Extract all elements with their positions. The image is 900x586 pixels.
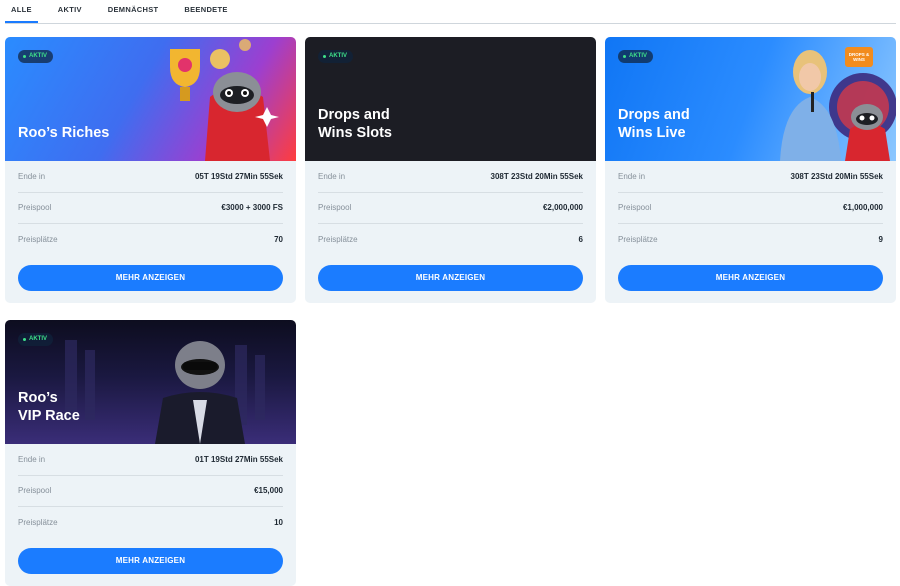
card-title: Drops and Wins Live: [618, 107, 690, 141]
row-prize-pool: Preispool €2,000,000: [318, 193, 583, 224]
tab-active[interactable]: AKTIV: [52, 0, 88, 23]
row-ends-in: Ende in 01T 19Std 27Min 55Sek: [18, 444, 283, 476]
tab-upcoming[interactable]: DEMNÄCHST: [102, 0, 165, 23]
status-badge: AKTIV: [318, 50, 353, 63]
card-title: Drops and Wins Slots: [318, 107, 392, 141]
tab-finished[interactable]: BEENDETE: [178, 0, 233, 23]
show-more-button[interactable]: MEHR ANZEIGEN: [618, 264, 883, 291]
row-prize-pool: Preispool €3000 + 3000 FS: [18, 193, 283, 224]
row-prize-places: Preisplätze 9: [618, 235, 883, 245]
status-badge: AKTIV: [18, 50, 53, 63]
show-more-button[interactable]: MEHR ANZEIGEN: [18, 547, 283, 574]
row-prize-places: Preisplätze 6: [318, 235, 583, 245]
status-badge: AKTIV: [618, 50, 653, 63]
status-dot-icon: [623, 55, 626, 58]
card-banner[interactable]: DROPS & WINS AKTIV Drops and Wins Live: [605, 37, 896, 161]
row-prize-places: Preisplätze 70: [18, 235, 283, 245]
tournament-card-roos-riches: AKTIV Roo’s Riches Ende in 05T 19Std 27Mi…: [5, 37, 296, 303]
row-prize-places: Preisplätze 10: [18, 518, 283, 528]
card-title: Roo’s VIP Race: [18, 390, 80, 424]
show-more-button[interactable]: MEHR ANZEIGEN: [318, 264, 583, 291]
card-banner[interactable]: AKTIV Roo’s VIP Race: [5, 320, 296, 444]
drops-wins-logo: DROPS & WINS: [848, 52, 870, 62]
card-banner[interactable]: AKTIV Drops and Wins Slots: [305, 37, 596, 161]
tournament-card-roos-vip-race: AKTIV Roo’s VIP Race Ende in 01T 19Std 27…: [5, 320, 296, 586]
card-title: Roo’s Riches: [18, 125, 110, 141]
status-dot-icon: [323, 55, 326, 58]
row-ends-in: Ende in 308T 23Std 20Min 55Sek: [318, 161, 583, 193]
status-dot-icon: [23, 338, 26, 341]
tab-all[interactable]: ALLE: [5, 0, 38, 23]
row-prize-pool: Preispool €1,000,000: [618, 193, 883, 224]
status-dot-icon: [23, 55, 26, 58]
row-ends-in: Ende in 05T 19Std 27Min 55Sek: [18, 161, 283, 193]
card-banner[interactable]: AKTIV Roo’s Riches: [5, 37, 296, 161]
tournament-filter-tabs: ALLE AKTIV DEMNÄCHST BEENDETE: [5, 0, 896, 24]
status-badge: AKTIV: [18, 333, 53, 346]
tournament-card-drops-wins-slots: AKTIV Drops and Wins Slots Ende in 308T 2…: [305, 37, 596, 303]
tournament-card-drops-wins-live: DROPS & WINS AKTIV Drops and Wins Live E…: [605, 37, 896, 303]
show-more-button[interactable]: MEHR ANZEIGEN: [18, 264, 283, 291]
row-ends-in: Ende in 308T 23Std 20Min 55Sek: [618, 161, 883, 193]
row-prize-pool: Preispool €15,000: [18, 476, 283, 507]
